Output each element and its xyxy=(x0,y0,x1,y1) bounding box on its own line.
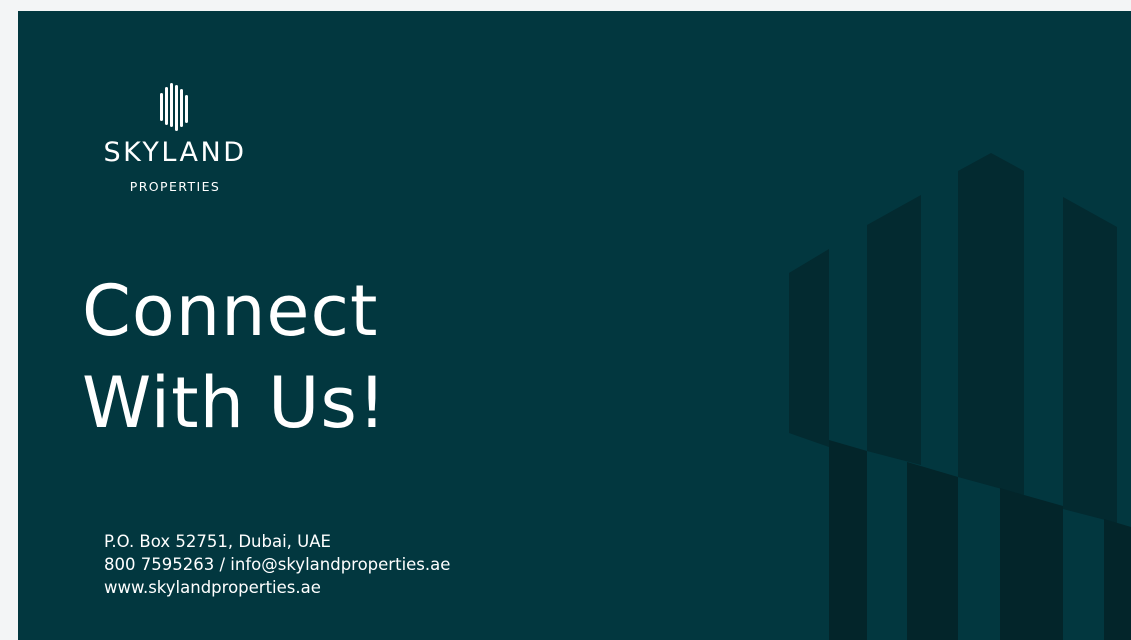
company-logo: SKYLAND PROPERTIES xyxy=(80,83,270,194)
phone-text: 800 7595263 xyxy=(104,555,215,574)
building-tower-3 xyxy=(958,153,1024,495)
building-tower-1 xyxy=(789,249,829,447)
address-text: P.O. Box 52751, Dubai, UAE xyxy=(104,532,331,551)
contact-details: P.O. Box 52751, Dubai, UAE 800 7595263 /… xyxy=(104,530,450,599)
building-base-2 xyxy=(907,462,958,640)
building-tower-4 xyxy=(1063,197,1117,523)
logo-wordmark: SKYLAND xyxy=(103,137,247,168)
skyland-logo-icon xyxy=(160,83,188,131)
headline-line-2: With Us! xyxy=(82,362,387,444)
phone-email-line: 800 7595263 / info@skylandproperties.ae xyxy=(104,553,450,576)
page: SKYLAND PROPERTIES Connect With Us! P.O.… xyxy=(0,0,1131,640)
email-link[interactable]: info@skylandproperties.ae xyxy=(230,555,450,574)
headline: Connect With Us! xyxy=(82,265,387,449)
website-link[interactable]: www.skylandproperties.ae xyxy=(104,576,450,599)
building-base-4 xyxy=(1104,519,1131,640)
building-base-3 xyxy=(1000,488,1063,640)
logo-subtitle: PROPERTIES xyxy=(129,179,221,194)
building-tower-2 xyxy=(867,195,921,465)
separator-text: / xyxy=(219,555,226,574)
building-base-1 xyxy=(829,440,867,640)
headline-line-1: Connect xyxy=(82,270,379,352)
contact-slide: SKYLAND PROPERTIES Connect With Us! P.O.… xyxy=(18,11,1131,640)
